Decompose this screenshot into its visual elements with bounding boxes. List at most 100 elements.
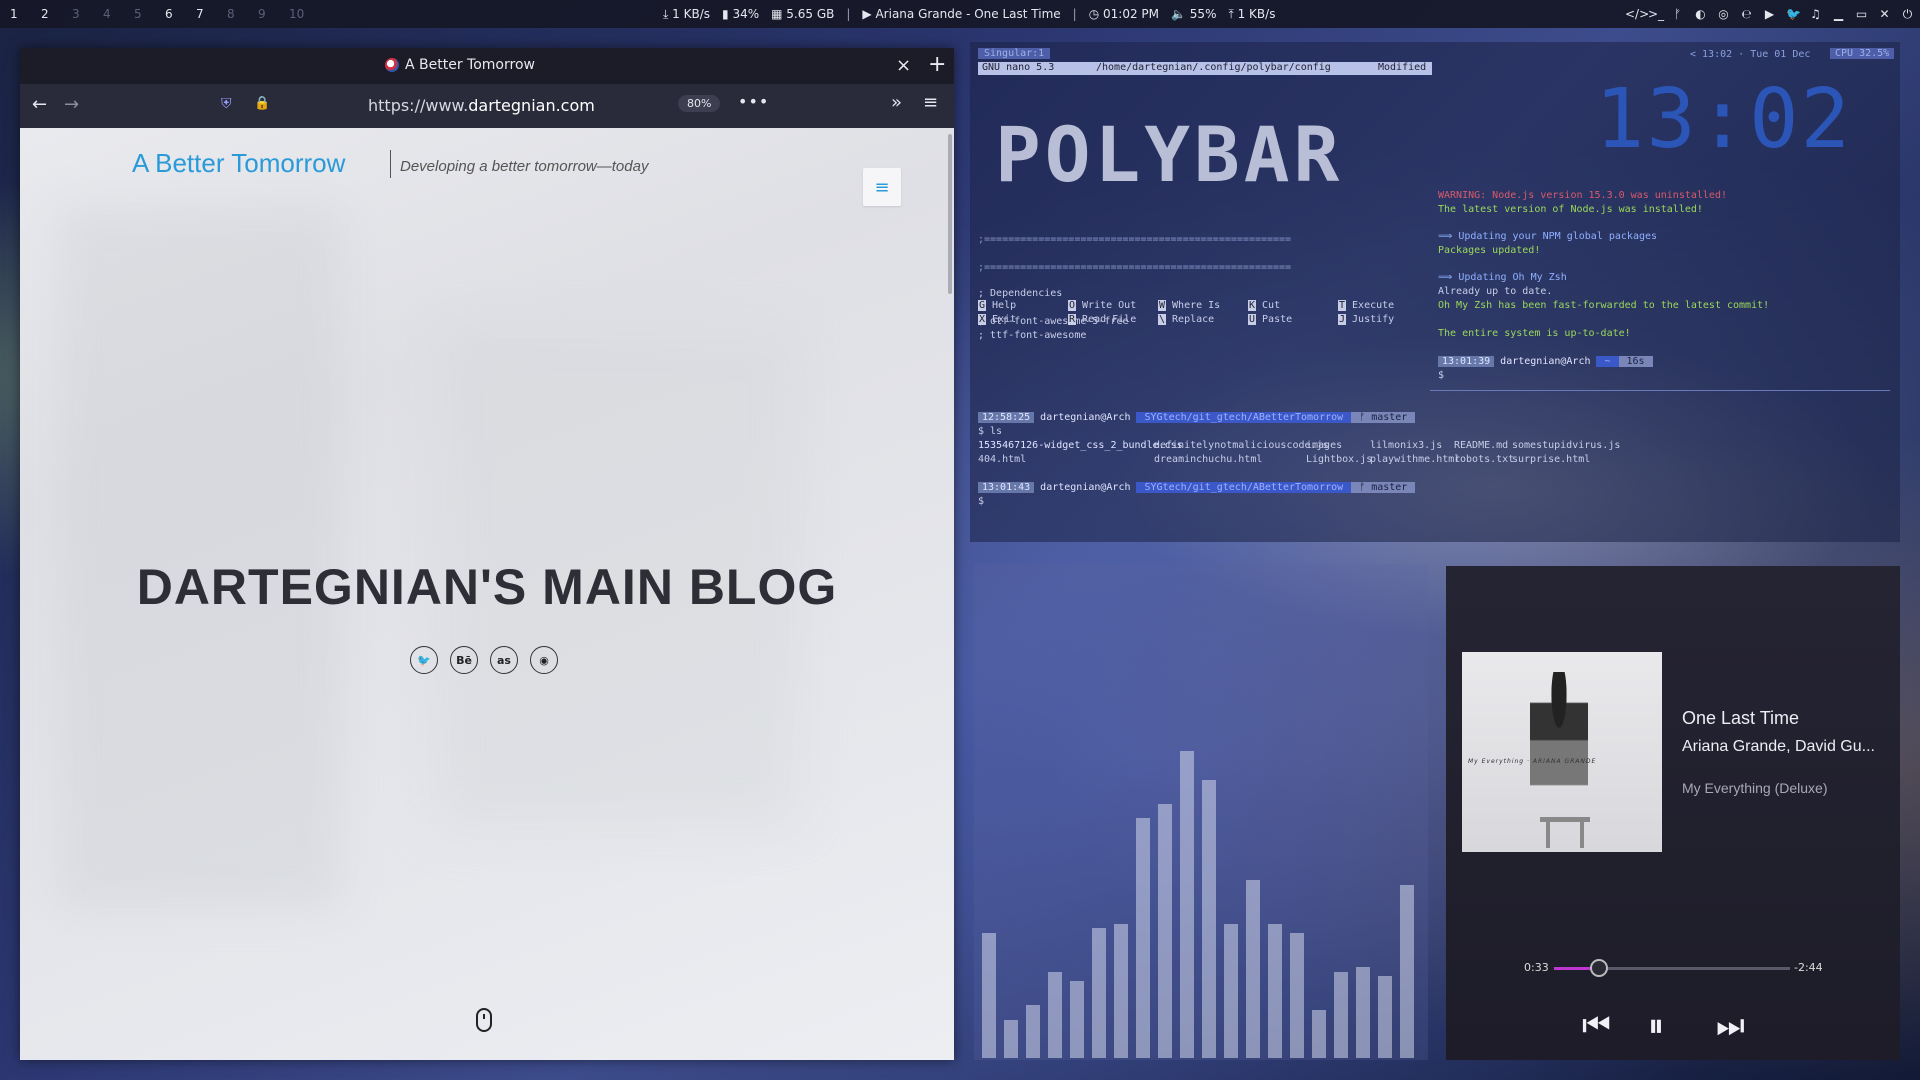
twitter-icon[interactable]: 🐦 bbox=[1786, 7, 1801, 21]
workspace-4[interactable]: 4 bbox=[103, 7, 134, 21]
workspace-5[interactable]: 5 bbox=[134, 7, 165, 21]
visualizer-bar bbox=[1158, 804, 1172, 1058]
site-menu-button[interactable]: ≡ bbox=[863, 168, 901, 206]
visualizer-bar bbox=[1268, 924, 1282, 1058]
site-title-link[interactable]: A Better Tomorrow bbox=[132, 148, 345, 179]
visualizer-bar bbox=[1070, 981, 1084, 1058]
clock[interactable]: ◷ 01:02 PM bbox=[1089, 7, 1159, 21]
zoom-indicator[interactable]: 80% bbox=[678, 95, 721, 112]
workspace-3[interactable]: 3 bbox=[72, 7, 103, 21]
clock-icon: ◷ bbox=[1088, 7, 1100, 21]
workspace-7[interactable]: 7 bbox=[196, 7, 227, 21]
workspace-8[interactable]: 8 bbox=[227, 7, 258, 21]
ls-entry: README.md bbox=[1454, 440, 1509, 451]
visualizer-bar bbox=[1378, 976, 1392, 1058]
separator: | bbox=[846, 7, 851, 21]
ls-entry: images bbox=[1306, 440, 1343, 451]
nano-header: GNU nano 5.3 /home/dartegnian/.config/po… bbox=[978, 62, 1432, 75]
tab-bar: A Better Tomorrow × + bbox=[20, 48, 954, 84]
nav-bar: ← → ⛨ 🔒 https://www.dartegnian.com 80% •… bbox=[20, 84, 954, 128]
visualizer-bar bbox=[1004, 1020, 1018, 1058]
visualizer-bar bbox=[1356, 967, 1370, 1058]
new-tab-button[interactable]: + bbox=[928, 52, 946, 77]
workspace-1[interactable]: 1 bbox=[10, 7, 41, 21]
shortcut-label: Exit bbox=[992, 314, 1017, 325]
pause-button[interactable]: ⏸ bbox=[1648, 1006, 1664, 1045]
twitter-icon[interactable]: 🐦 bbox=[410, 646, 438, 674]
workspace-2[interactable]: 2 bbox=[41, 7, 72, 21]
visualizer-bar bbox=[1202, 780, 1216, 1058]
edge-icon[interactable]: ℮ bbox=[1740, 7, 1753, 21]
terminal-window[interactable]: Singular:1 < 13:02 · Tue 01 Dec CPU 32.5… bbox=[970, 42, 1900, 542]
tab-active[interactable]: A Better Tomorrow bbox=[385, 57, 535, 73]
download-icon: ⤓ bbox=[663, 6, 669, 21]
now-playing[interactable]: ▶ Ariana Grande - One Last Time bbox=[862, 7, 1060, 21]
behance-icon[interactable]: Bē bbox=[450, 646, 478, 674]
overflow-menu-button[interactable]: » bbox=[891, 92, 902, 113]
shortcut-label: Write Out bbox=[1082, 300, 1137, 311]
tracking-shield-icon[interactable]: ⛨ bbox=[221, 96, 232, 112]
shortcut-label: Replace bbox=[1172, 314, 1215, 325]
pane-divider bbox=[1430, 390, 1890, 391]
maximize-icon[interactable]: ▭ bbox=[1855, 7, 1868, 21]
minimize-icon[interactable]: ▁ bbox=[1832, 7, 1845, 21]
visualizer-bar bbox=[1334, 972, 1348, 1058]
youtube-icon[interactable]: ▶ bbox=[1763, 7, 1776, 21]
favicon-icon bbox=[385, 58, 399, 72]
nano-shortcut: G Help bbox=[978, 300, 1016, 311]
update-line: Oh My Zsh has been fast-forwarded to the… bbox=[1438, 300, 1770, 311]
power-icon[interactable]: ⏻ bbox=[1901, 7, 1914, 22]
previous-track-button[interactable]: ⏮ bbox=[1582, 1006, 1611, 1045]
chrome-icon[interactable]: ◎ bbox=[1717, 7, 1730, 21]
config-comment: ; Dependencies bbox=[978, 288, 1063, 299]
page-actions-button[interactable]: ••• bbox=[738, 92, 769, 111]
volume-indicator[interactable]: 🔈 55% bbox=[1171, 7, 1216, 21]
forward-button[interactable]: → bbox=[64, 94, 79, 115]
back-button[interactable]: ← bbox=[32, 94, 47, 115]
music-player: My Everything · ARIANA GRANDE One Last T… bbox=[1446, 566, 1900, 1060]
nano-shortcut: K Cut bbox=[1248, 300, 1280, 311]
ls-entry: surprise.html bbox=[1512, 454, 1591, 465]
seek-handle[interactable] bbox=[1589, 959, 1608, 977]
net-up-indicator: ⤒ 1 KB/s bbox=[1228, 6, 1276, 21]
visualizer-bar bbox=[1312, 1010, 1326, 1058]
close-icon[interactable]: ✕ bbox=[1878, 7, 1891, 21]
github-icon[interactable]: ◉ bbox=[530, 646, 558, 674]
workspace-10[interactable]: 10 bbox=[289, 7, 320, 21]
headphones-icon[interactable]: ♫ bbox=[1809, 7, 1822, 21]
config-rule: ;=======================================… bbox=[978, 234, 1292, 245]
workspace-9[interactable]: 9 bbox=[258, 7, 289, 21]
git-icon[interactable]: ᚠ bbox=[1671, 7, 1684, 21]
ls-entry: Lightbox.js bbox=[1306, 454, 1373, 465]
code-icon[interactable]: </> bbox=[1625, 7, 1649, 21]
audio-visualizer bbox=[974, 564, 1428, 1060]
ascii-clock: 13:02 bbox=[1595, 72, 1852, 167]
app-menu-button[interactable]: ≡ bbox=[923, 92, 938, 113]
page-scrollbar[interactable] bbox=[948, 134, 952, 294]
nano-shortcut: T Execute bbox=[1338, 300, 1394, 311]
nano-shortcut: \ Replace bbox=[1158, 314, 1214, 325]
next-track-button[interactable]: ⏭ bbox=[1716, 1006, 1745, 1045]
nano-shortcut: J Justify bbox=[1338, 314, 1394, 325]
lastfm-icon[interactable]: as bbox=[490, 646, 518, 674]
visualizer-bar bbox=[1246, 880, 1260, 1058]
seek-bar[interactable] bbox=[1554, 959, 1790, 977]
remaining-time: -2:44 bbox=[1794, 961, 1823, 974]
social-links: 🐦 Bē as ◉ bbox=[410, 646, 558, 674]
url-bar[interactable]: https://www.dartegnian.com bbox=[368, 96, 595, 115]
firefox-icon[interactable]: ◐ bbox=[1694, 7, 1707, 21]
workspace-6[interactable]: 6 bbox=[165, 7, 196, 21]
workspace-list: 1 2 3 4 5 6 7 8 9 10 bbox=[0, 7, 320, 21]
shortcut-key: G bbox=[978, 300, 987, 311]
tab-close-button[interactable]: × bbox=[896, 55, 911, 76]
shortcut-key: \ bbox=[1158, 314, 1167, 325]
lock-icon[interactable]: 🔒 bbox=[254, 96, 270, 111]
terminal-icon[interactable]: >_ bbox=[1648, 7, 1664, 21]
shortcut-label: Where Is bbox=[1172, 300, 1221, 311]
ls-entry: dreaminchuchu.html bbox=[1154, 454, 1263, 465]
memory-icon: ▦ bbox=[771, 7, 783, 21]
site-tagline: Developing a better tomorrow—today bbox=[400, 158, 649, 175]
scroll-down-mouse-icon[interactable] bbox=[476, 1008, 492, 1032]
volume-icon: 🔈 bbox=[1171, 7, 1186, 21]
polybar-ascii-art: POLYBAR bbox=[995, 110, 1344, 199]
